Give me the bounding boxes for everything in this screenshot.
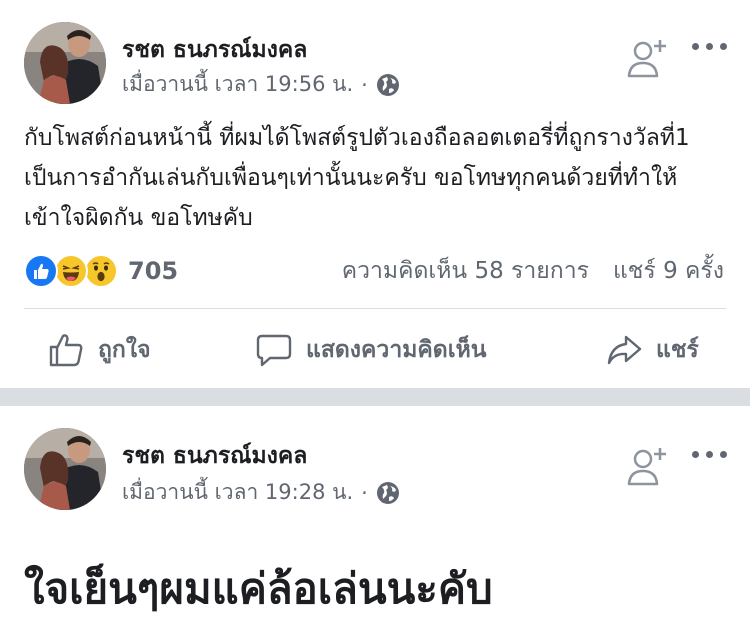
author-name[interactable]: รชต ธนภรณ์มงคล <box>122 438 307 474</box>
post-meta: เมื่อวานนี้ เวลา 19:28 น. · <box>122 476 400 509</box>
post-card: รชต ธนภรณ์มงคล เมื่อวานนี้ เวลา 19:56 น.… <box>0 0 750 388</box>
like-reaction-icon <box>24 254 58 288</box>
comment-button[interactable]: แสดงความคิดเห็น <box>256 330 486 370</box>
more-options-icon[interactable] <box>692 40 728 54</box>
meta-separator: · <box>361 72 368 97</box>
add-friend-icon[interactable] <box>625 444 669 488</box>
post-card: รชต ธนภรณ์มงคล เมื่อวานนี้ เวลา 19:28 น.… <box>0 406 750 630</box>
meta-separator: · <box>361 480 368 505</box>
globe-icon <box>376 481 399 504</box>
post-body-text: กับโพสต์ก่อนหน้านี้ ที่ผมได้โพสต์รูปตัวเ… <box>24 125 690 231</box>
author-name[interactable]: รชต ธนภรณ์มงคล <box>122 32 307 68</box>
share-label: แชร์ <box>656 337 699 363</box>
comment-count[interactable]: ความคิดเห็น 58 รายการ <box>342 258 589 284</box>
post-timestamp[interactable]: เมื่อวานนี้ เวลา 19:28 น. <box>122 476 353 509</box>
author-avatar[interactable] <box>24 22 106 104</box>
more-options-icon[interactable] <box>692 448 728 462</box>
post-timestamp[interactable]: เมื่อวานนี้ เวลา 19:56 น. <box>122 68 353 101</box>
add-friend-icon[interactable] <box>625 36 669 80</box>
profile-photo-icon <box>24 428 106 510</box>
post-body-text: ใจเย็นๆผมแค่ล้อเล่นนะคับ <box>24 564 493 613</box>
engagement-stats: ความคิดเห็น 58 รายการ แชร์ 9 ครั้ง <box>342 255 724 287</box>
haha-reaction-icon <box>54 254 88 288</box>
like-label: ถูกใจ <box>98 337 151 363</box>
post-meta: เมื่อวานนี้ เวลา 19:56 น. · <box>122 68 400 101</box>
post-separator <box>0 388 750 406</box>
share-count[interactable]: แชร์ 9 ครั้ง <box>613 258 724 284</box>
divider <box>24 308 726 309</box>
reactions-summary[interactable]: 705 <box>24 254 179 288</box>
thumbs-up-icon <box>49 334 83 367</box>
share-arrow-icon <box>607 335 642 365</box>
like-button[interactable]: ถูกใจ <box>48 330 151 370</box>
wow-reaction-icon <box>84 254 118 288</box>
share-button[interactable]: แชร์ <box>606 330 699 370</box>
author-avatar[interactable] <box>24 428 106 510</box>
reaction-count: 705 <box>128 257 179 285</box>
profile-photo-icon <box>24 22 106 104</box>
comment-label: แสดงความคิดเห็น <box>306 337 487 363</box>
comment-bubble-icon <box>256 334 292 367</box>
globe-icon <box>376 73 399 96</box>
